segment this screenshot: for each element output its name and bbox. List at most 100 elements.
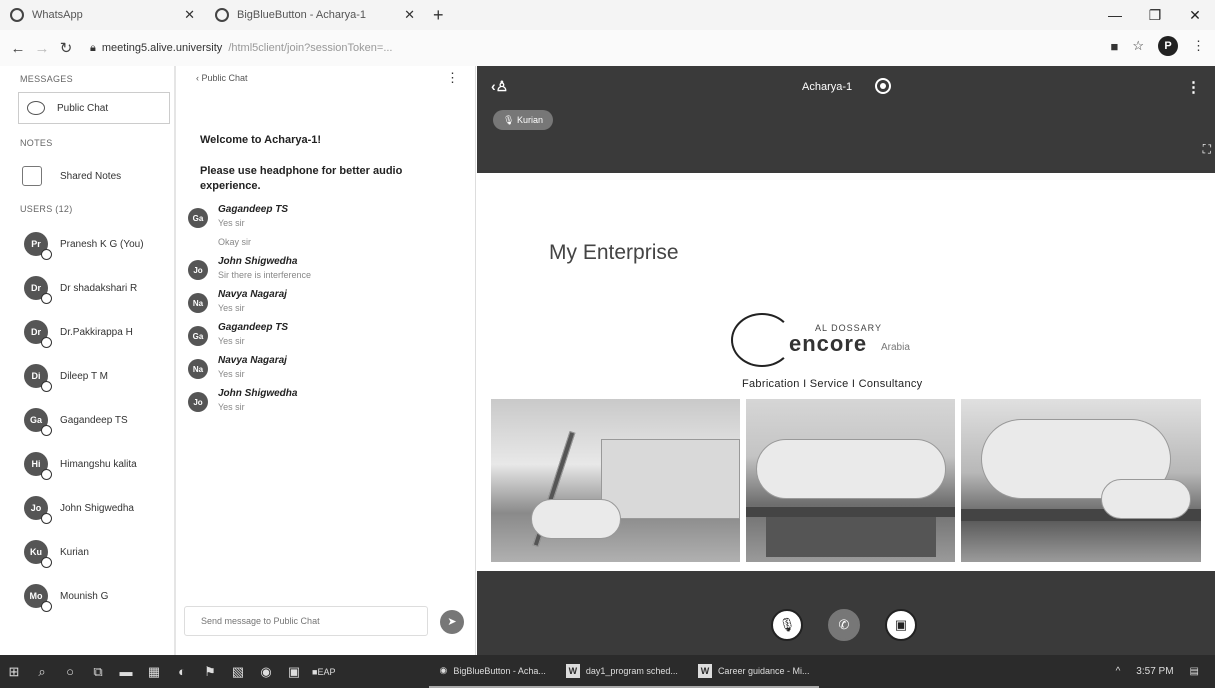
user-item[interactable]: Ku Kurian: [0, 530, 174, 574]
notification-icon[interactable]: ▤: [1190, 666, 1199, 677]
edge-icon[interactable]: ◐: [168, 655, 196, 688]
tab-whatsapp[interactable]: WhatsApp ✕: [0, 0, 205, 30]
url-host: meeting5.alive.university: [101, 42, 223, 54]
user-item[interactable]: Hi Himangshu kalita: [0, 442, 174, 486]
notes-heading: NOTES: [20, 138, 53, 148]
chevron-up-icon[interactable]: ^: [1116, 666, 1121, 677]
user-item[interactable]: Di Dileep T M: [0, 354, 174, 398]
clock[interactable]: 3:57 PM: [1136, 666, 1173, 677]
powerpoint-icon[interactable]: ▣: [280, 655, 308, 688]
message-author: Gagandeep TS: [218, 204, 289, 215]
tab-bigbluebutton[interactable]: BigBlueButton - Acharya-1 ✕: [205, 0, 425, 30]
restore-icon[interactable]: ❐: [1135, 0, 1175, 30]
whatsapp-icon: [10, 8, 24, 22]
cortana-icon[interactable]: ○: [56, 655, 84, 688]
public-chat-label: Public Chat: [57, 102, 109, 114]
start-icon[interactable]: ⊞: [0, 655, 28, 688]
browser-menu-icon[interactable]: ⋮: [1192, 38, 1205, 54]
logo-main-text: encore: [789, 331, 868, 356]
messages-heading: MESSAGES: [20, 74, 73, 84]
pinned-app-eap[interactable]: ■ EAP: [308, 655, 339, 688]
back-to-chat-list[interactable]: ‹ Public Chat: [196, 73, 248, 83]
logo-ring: [731, 313, 793, 367]
chat-message-input[interactable]: [184, 606, 428, 636]
forward-arrow-icon[interactable]: →: [30, 40, 54, 57]
new-tab-button[interactable]: +: [425, 5, 452, 26]
store-icon[interactable]: ▦: [140, 655, 168, 688]
user-item[interactable]: Dr Dr shadakshari R: [0, 266, 174, 310]
message-avatar: Na: [188, 359, 208, 379]
shared-notes-item[interactable]: Shared Notes: [22, 156, 174, 196]
message-avatar: Jo: [188, 260, 208, 280]
user-avatar: Ga: [24, 408, 52, 436]
chat-header: ‹ Public Chat ⋮: [176, 66, 475, 90]
search-icon[interactable]: ⌕: [28, 655, 56, 688]
user-avatar: Dr: [24, 276, 52, 304]
taskbar-app-label: BigBlueButton - Acha...: [453, 665, 546, 676]
options-menu-icon[interactable]: ⋮: [1186, 78, 1201, 96]
leave-audio-button[interactable]: ✆: [828, 609, 860, 641]
back-arrow-icon[interactable]: ←: [6, 40, 30, 57]
flag-icon[interactable]: ⚑: [196, 655, 224, 688]
mic-status-icon: [41, 293, 52, 304]
message-text: Yes sir: [218, 369, 245, 379]
user-item[interactable]: Dr Dr.Pakkirappa H: [0, 310, 174, 354]
encore-logo: AL DOSSARY encore Arabia: [731, 313, 971, 373]
user-avatar: Dr: [24, 320, 52, 348]
mic-status-icon: [41, 249, 52, 260]
close-window-icon[interactable]: ✕: [1175, 0, 1215, 30]
user-item[interactable]: Ga Gagandeep TS: [0, 398, 174, 442]
minimize-icon[interactable]: —: [1095, 0, 1135, 30]
mic-status-icon: [41, 557, 52, 568]
user-name: Dileep T M: [60, 370, 108, 382]
send-message-button[interactable]: ➤: [440, 610, 464, 634]
mic-status-icon: [41, 337, 52, 348]
mute-mic-button[interactable]: 🎙︎: [771, 609, 803, 641]
slide-title: My Enterprise: [549, 241, 679, 264]
camera-icon[interactable]: ■: [1110, 39, 1118, 54]
add-user-icon[interactable]: ‹♙: [491, 78, 508, 95]
record-icon[interactable]: [875, 78, 891, 94]
browser-tab-bar: WhatsApp ✕ BigBlueButton - Acharya-1 ✕ +…: [0, 0, 1215, 30]
fullscreen-icon[interactable]: ⛶: [1203, 142, 1211, 157]
bigbluebutton-icon: [215, 8, 229, 22]
chrome-icon: ◉: [439, 665, 448, 675]
task-view-icon[interactable]: ⧉: [84, 655, 112, 688]
chat-message: Ga Gagandeep TS Yes sir Okay sir: [176, 204, 475, 247]
talking-indicator: 🎙︎ Kurian: [493, 110, 553, 130]
user-item[interactable]: Jo John Shigwedha: [0, 486, 174, 530]
url-field[interactable]: 🔒︎ meeting5.alive.university /html5clien…: [90, 42, 393, 55]
user-item[interactable]: Mo Mounish G: [0, 574, 174, 618]
users-heading: USERS (12): [20, 204, 73, 214]
user-avatar: Di: [24, 364, 52, 392]
close-tab-icon[interactable]: ✕: [184, 7, 195, 23]
user-name: Himangshu kalita: [60, 458, 137, 470]
taskbar-app-browser[interactable]: ◉ BigBlueButton - Acha...: [429, 655, 556, 688]
user-avatar: Jo: [24, 496, 52, 524]
share-webcam-button[interactable]: ▣: [885, 609, 917, 641]
photos-icon[interactable]: ▧: [224, 655, 252, 688]
chat-message: Ga Gagandeep TS Yes sir: [176, 322, 475, 346]
chat-options-icon[interactable]: ⋮: [446, 70, 459, 86]
user-name: John Shigwedha: [60, 502, 134, 514]
url-path: /html5client/join?sessionToken=...: [228, 42, 393, 54]
profile-avatar[interactable]: P: [1158, 36, 1178, 56]
windows-taskbar: ⊞ ⌕ ○ ⧉ ▬ ▦ ◐ ⚑ ▧ ◉ ▣ ■ EAP ◉ BigBlueBut…: [0, 655, 1215, 688]
taskbar-app-word-1[interactable]: W day1_program sched...: [555, 655, 688, 688]
user-item[interactable]: Pr Pranesh K G (You): [0, 222, 174, 266]
taskbar-app-word-2[interactable]: W Career guidance - Mi...: [687, 655, 820, 688]
close-tab-icon[interactable]: ✕: [404, 7, 415, 23]
chrome-icon[interactable]: ◉: [252, 655, 280, 688]
mail-icon[interactable]: ▬: [112, 655, 140, 688]
mic-status-icon: [41, 469, 52, 480]
address-bar-actions: ■ ☆ P ⋮: [1110, 36, 1205, 56]
mic-status-icon: [41, 381, 52, 392]
reload-icon[interactable]: ↻: [54, 39, 78, 57]
system-tray: ^ 3:57 PM ▤: [1116, 655, 1199, 688]
public-chat-item[interactable]: Public Chat: [18, 92, 170, 124]
user-name: Mounish G: [60, 590, 109, 602]
message-text: Okay sir: [218, 237, 252, 247]
taskbar-app-label: Career guidance - Mi...: [717, 665, 810, 676]
star-icon[interactable]: ☆: [1132, 38, 1144, 54]
address-bar: ← → ↻ 🔒︎ meeting5.alive.university /html…: [0, 30, 1215, 66]
